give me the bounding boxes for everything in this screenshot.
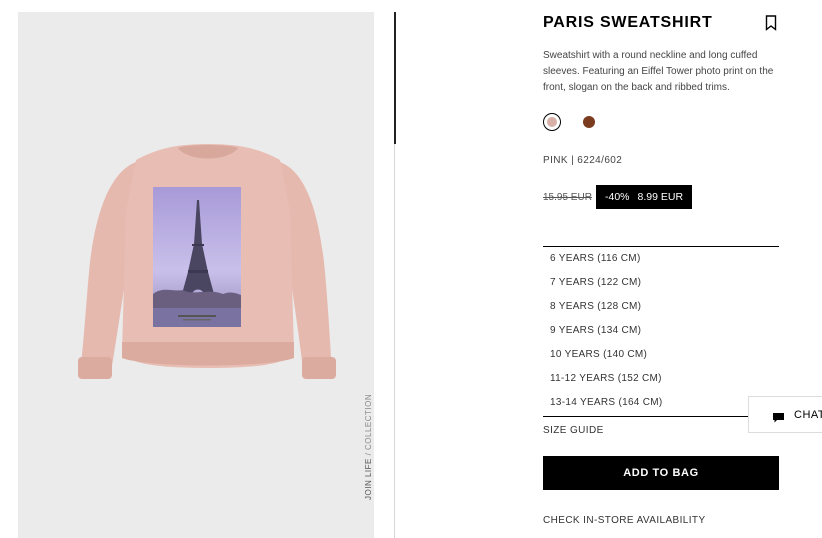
original-price: 15.95 EUR (543, 192, 592, 203)
color-dot (583, 116, 595, 128)
add-to-bag-button[interactable]: ADD TO BAG (543, 456, 779, 490)
size-selector: 6 YEARS (116 CM) 7 YEARS (122 CM) 8 YEAR… (543, 246, 779, 417)
product-image[interactable]: JOIN LIFE / COLLECTION (18, 12, 374, 538)
size-option[interactable]: 6 YEARS (116 CM) (543, 247, 779, 271)
size-option[interactable]: 7 YEARS (122 CM) (543, 271, 779, 295)
sweatshirt-illustration (78, 144, 336, 379)
chat-bubble-icon (773, 410, 784, 428)
color-swatch-brown[interactable] (580, 113, 598, 131)
color-dot (547, 117, 557, 127)
color-reference: PINK | 6224/602 (543, 155, 623, 166)
gallery-scrollbar[interactable] (394, 12, 396, 538)
bookmark-icon[interactable] (765, 15, 777, 31)
gallery-scrollbar-thumb[interactable] (394, 12, 396, 144)
store-availability-link[interactable]: CHECK IN-STORE AVAILABILITY (543, 515, 706, 526)
size-option[interactable]: 8 YEARS (128 CM) (543, 295, 779, 319)
size-guide-link[interactable]: SIZE GUIDE (543, 425, 604, 436)
image-caption: JOIN LIFE / COLLECTION (364, 393, 373, 500)
product-title: PARIS SWEATSHIRT (543, 14, 713, 31)
chat-button[interactable]: CHAT (748, 396, 822, 433)
size-option[interactable]: 9 YEARS (134 CM) (543, 319, 779, 343)
discount-label: -40% (605, 191, 630, 203)
size-option[interactable]: 10 YEARS (140 CM) (543, 343, 779, 367)
chat-label: CHAT (794, 409, 822, 421)
sale-price-badge: -40% 8.99 EUR (596, 185, 693, 209)
color-swatch-pink[interactable] (543, 113, 561, 131)
sale-price: 8.99 EUR (637, 191, 684, 203)
size-option[interactable]: 13-14 YEARS (164 CM) (543, 391, 779, 415)
product-description: Sweatshirt with a round neckline and lon… (543, 50, 774, 93)
size-option[interactable]: 11-12 YEARS (152 CM) (543, 367, 779, 391)
